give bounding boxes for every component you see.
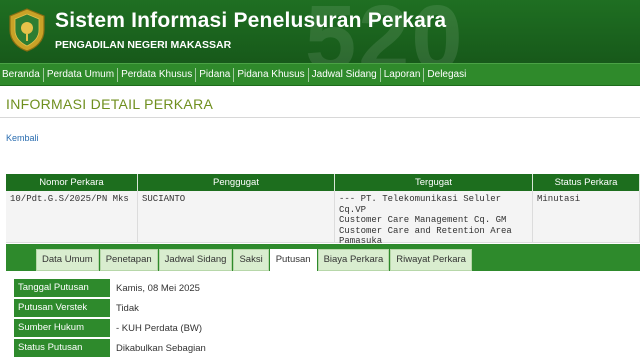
tab-saksi[interactable]: Saksi xyxy=(233,249,269,271)
app-title: Sistem Informasi Penelusuran Perkara xyxy=(55,9,447,32)
nav-item-jadwal-sidang[interactable]: Jadwal Sidang xyxy=(309,69,380,80)
court-name: PENGADILAN NEGERI MAKASSAR xyxy=(55,39,232,51)
main-nav: Beranda Perdata Umum Perdata Khusus Pida… xyxy=(0,63,640,86)
case-summary-table: Nomor Perkara Penggugat Tergugat Status … xyxy=(6,174,640,246)
nav-item-laporan[interactable]: Laporan xyxy=(381,69,424,80)
cell-status-perkara: Minutasi xyxy=(533,191,640,242)
detail-label: Tanggal Putusan xyxy=(14,279,110,297)
cell-penggugat: SUCIANTO xyxy=(138,191,335,242)
header-nomor-perkara: Nomor Perkara xyxy=(6,174,138,191)
detail-value: Tidak xyxy=(116,302,139,314)
tab-data-umum[interactable]: Data Umum xyxy=(36,249,99,271)
header-penggugat: Penggugat xyxy=(138,174,335,191)
detail-row-putusan-verstek: Putusan Verstek Tidak xyxy=(14,298,139,318)
detail-label: Status Putusan xyxy=(14,339,110,357)
page-title: INFORMASI DETAIL PERKARA xyxy=(6,96,214,112)
tergugat-line: Customer Care and Retention Area xyxy=(339,225,512,236)
nav-item-pidana[interactable]: Pidana xyxy=(196,69,233,80)
tergugat-line: --- PT. Telekomunikasi Seluler Cq.VP xyxy=(339,194,502,215)
nav-item-perdata-umum[interactable]: Perdata Umum xyxy=(44,69,117,80)
tab-riwayat-perkara[interactable]: Riwayat Perkara xyxy=(390,249,472,271)
nav-item-pidana-khusus[interactable]: Pidana Khusus xyxy=(234,69,307,80)
header-status-perkara: Status Perkara xyxy=(533,174,640,191)
title-divider xyxy=(0,117,640,118)
detail-row-status-putusan: Status Putusan Dikabulkan Sebagian xyxy=(14,338,206,358)
detail-value: - KUH Perdata (BW) xyxy=(116,322,203,334)
tab-jadwal-sidang[interactable]: Jadwal Sidang xyxy=(158,249,233,271)
detail-row-sumber-hukum: Sumber Hukum - KUH Perdata (BW) xyxy=(14,318,202,338)
tergugat-line: Customer Care Management Cq. GM xyxy=(339,215,507,225)
detail-value: Dikabulkan Sebagian xyxy=(116,342,206,354)
nav-item-delegasi[interactable]: Delegasi xyxy=(424,69,469,80)
back-link[interactable]: Kembali xyxy=(6,133,39,143)
detail-label: Putusan Verstek xyxy=(14,299,110,317)
putusan-content: Tanggal Putusan Kamis, 08 Mei 2025 Putus… xyxy=(6,271,640,360)
court-emblem-icon xyxy=(9,8,45,52)
tab-biaya-perkara[interactable]: Biaya Perkara xyxy=(317,249,390,271)
header-tergugat: Tergugat xyxy=(335,174,533,191)
cell-nomor-perkara: 10/Pdt.G.S/2025/PN Mks xyxy=(6,191,138,242)
nav-item-beranda[interactable]: Beranda xyxy=(0,69,43,80)
tab-bar: Data Umum Penetapan Jadwal Sidang Saksi … xyxy=(36,249,473,272)
nav-item-perdata-khusus[interactable]: Perdata Khusus xyxy=(118,69,195,80)
tab-putusan[interactable]: Putusan xyxy=(269,249,317,272)
detail-value: Kamis, 08 Mei 2025 xyxy=(116,282,200,294)
detail-label: Sumber Hukum xyxy=(14,319,110,337)
detail-tab-panel: Data Umum Penetapan Jadwal Sidang Saksi … xyxy=(6,244,640,360)
cell-tergugat: --- PT. Telekomunikasi Seluler Cq.VP Cus… xyxy=(335,191,533,246)
app-header: 520 Sistem Informasi Penelusuran Perkara… xyxy=(0,0,640,63)
tab-penetapan[interactable]: Penetapan xyxy=(99,249,158,271)
table-row: 10/Pdt.G.S/2025/PN Mks SUCIANTO --- PT. … xyxy=(6,191,640,246)
table-header-row: Nomor Perkara Penggugat Tergugat Status … xyxy=(6,174,640,191)
detail-row-tanggal-putusan: Tanggal Putusan Kamis, 08 Mei 2025 xyxy=(14,278,200,298)
